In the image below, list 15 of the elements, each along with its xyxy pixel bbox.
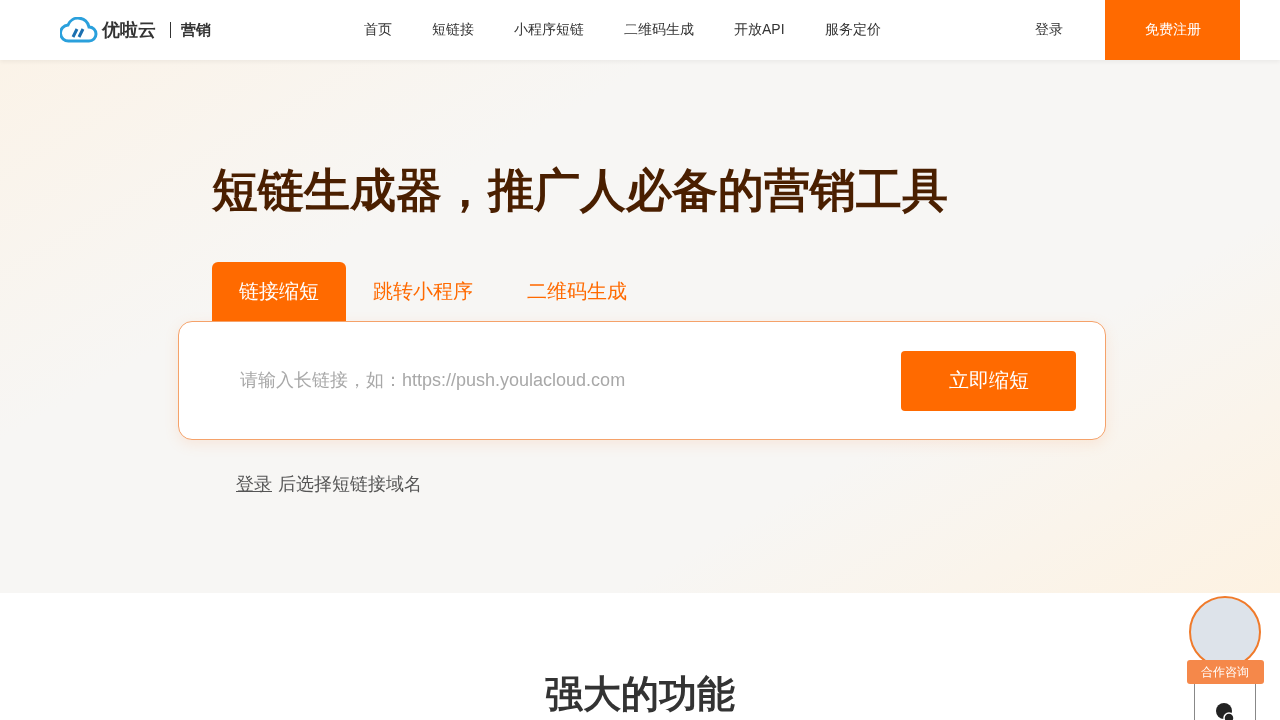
- nav-link[interactable]: 服务定价: [824, 21, 881, 39]
- cloud-logo-icon: [60, 17, 98, 43]
- nav-link[interactable]: 短链接: [432, 21, 474, 39]
- logo-name: 优啦云: [102, 19, 156, 42]
- login-link[interactable]: 登录: [236, 472, 272, 496]
- hint-text: 后选择短链接域名: [278, 473, 422, 496]
- nav-link[interactable]: 开放API: [734, 21, 785, 39]
- logo-tag: 营销: [181, 20, 211, 40]
- login-button[interactable]: 登录: [1029, 20, 1069, 40]
- chat-bubble-icon[interactable]: [1215, 702, 1235, 720]
- nav-link[interactable]: 二维码生成: [624, 21, 694, 39]
- nav-link[interactable]: 小程序短链: [514, 21, 584, 39]
- nav-link[interactable]: 首页: [364, 21, 392, 39]
- section-title: 强大的功能: [545, 672, 735, 717]
- hero-title: 短链生成器，推广人必备的营销工具: [212, 163, 949, 218]
